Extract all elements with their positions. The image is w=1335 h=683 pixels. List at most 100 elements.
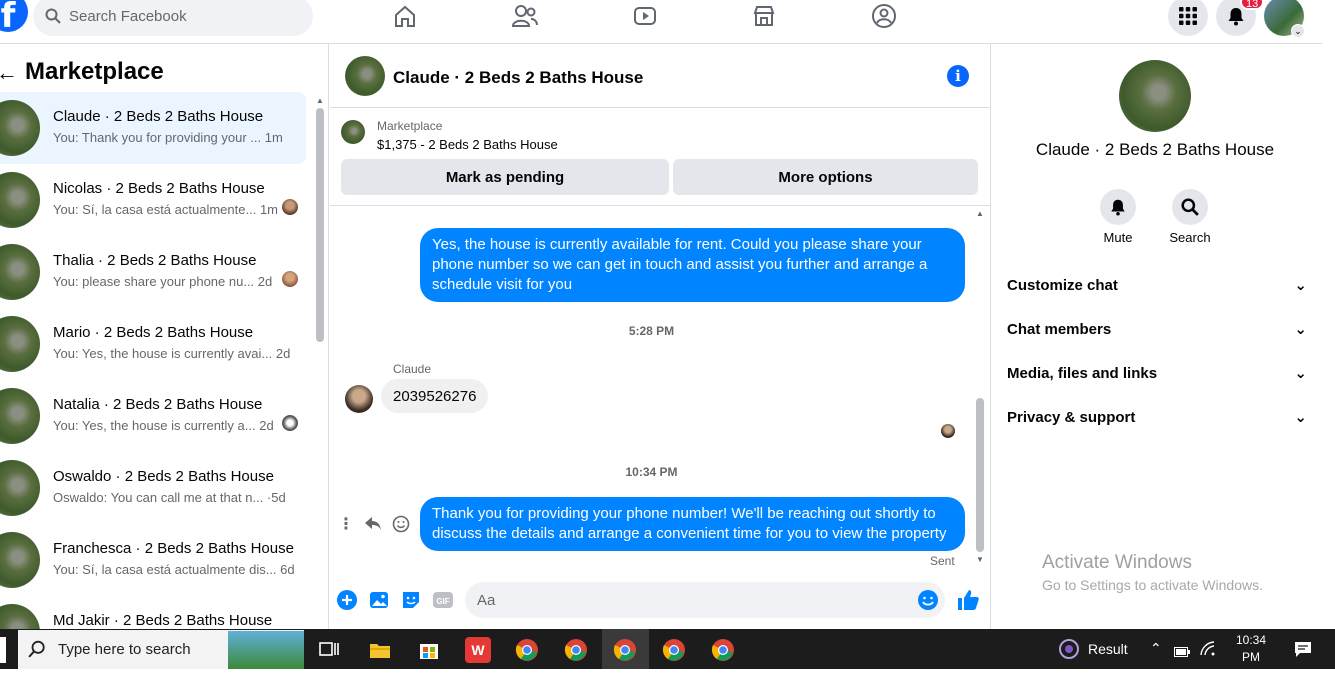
mark-as-pending-button[interactable]: Mark as pending	[341, 159, 669, 195]
listing-source: Marketplace	[377, 119, 443, 133]
like-icon[interactable]	[956, 588, 980, 612]
conversation-snippet: You: please share your phone nu... 2d	[53, 274, 273, 289]
outgoing-message[interactable]: Thank you for providing your phone numbe…	[420, 497, 965, 551]
activate-windows-watermark: Activate Windows	[1042, 552, 1192, 573]
conversation-item-mario[interactable]: Mario · 2 Beds 2 Baths House You: Yes, t…	[0, 308, 306, 380]
chat-members-row[interactable]: Chat members ⌄	[1007, 320, 1307, 339]
chat-details-avatar[interactable]	[1119, 60, 1191, 132]
conversation-item-oswaldo[interactable]: Oswaldo · 2 Beds 2 Baths House Oswaldo: …	[0, 452, 306, 524]
chat-scrollbar[interactable]	[976, 398, 984, 552]
more-options-button[interactable]: More options	[673, 159, 978, 195]
listing-thumbnail	[0, 244, 40, 300]
back-arrow-icon[interactable]: ←	[0, 60, 18, 86]
search-highlight-image	[228, 631, 304, 669]
conversation-item-franchesca[interactable]: Franchesca · 2 Beds 2 Baths House You: S…	[0, 524, 306, 596]
listing-thumbnail	[0, 316, 40, 372]
add-icon[interactable]	[335, 588, 359, 612]
sender-name: Claude	[393, 362, 432, 376]
notification-center-icon[interactable]	[1294, 640, 1312, 663]
page-scrollbar[interactable]	[1322, 0, 1335, 629]
search-label: Search	[1169, 230, 1211, 245]
taskbar-search-placeholder: Type here to search	[58, 641, 191, 658]
svg-text:GIF: GIF	[436, 597, 449, 606]
customize-chat-row[interactable]: Customize chat ⌄	[1007, 276, 1307, 295]
seen-avatar	[282, 271, 298, 287]
info-icon[interactable]: i	[947, 65, 969, 87]
message-input[interactable]: Aa	[465, 582, 945, 618]
chrome-icon[interactable]	[514, 637, 540, 663]
chevron-down-icon: ⌄	[1294, 321, 1307, 338]
divider	[330, 205, 990, 206]
sender-avatar[interactable]	[345, 385, 373, 413]
listing-thumbnail	[0, 460, 40, 516]
conversation-snippet: You: Yes, the house is currently a... 2d	[53, 418, 274, 433]
outgoing-message[interactable]: Yes, the house is currently available fo…	[420, 228, 965, 302]
chrome-profile-icon[interactable]	[563, 637, 589, 663]
chevron-up-icon[interactable]: ⌃	[1150, 640, 1162, 657]
notification-badge: 13	[1240, 0, 1265, 10]
mute-label: Mute	[1103, 230, 1133, 245]
start-button[interactable]	[0, 637, 6, 663]
search-conversation-button[interactable]	[1172, 189, 1208, 225]
battery-icon[interactable]	[1174, 644, 1190, 662]
chrome-profile-icon[interactable]	[612, 637, 638, 663]
more-actions-icon[interactable]: ⋮	[338, 514, 354, 534]
chevron-down-icon[interactable]: ⌄	[1291, 24, 1305, 38]
system-clock[interactable]: 10:34 PM 4/8/2025	[1226, 632, 1276, 683]
scroll-up-arrow[interactable]: ▲	[316, 96, 324, 105]
home-icon[interactable]	[391, 2, 419, 30]
listing-price[interactable]: $1,375 - 2 Beds 2 Baths House	[377, 137, 558, 152]
conversation-name: Thalia · 2 Beds 2 Baths House	[53, 252, 257, 269]
seen-avatar	[282, 199, 298, 215]
bell-icon	[1111, 199, 1125, 216]
listing-thumbnail	[0, 604, 40, 629]
photo-icon[interactable]	[367, 588, 391, 612]
conversation-item-nicolas[interactable]: Nicolas · 2 Beds 2 Baths House You: Sí, …	[0, 164, 306, 236]
wifi-icon[interactable]	[1199, 640, 1215, 661]
microsoft-store-icon[interactable]	[416, 637, 442, 663]
gif-icon[interactable]: GIF	[431, 588, 455, 612]
chevron-down-icon: ⌄	[1294, 365, 1307, 382]
scroll-up-arrow[interactable]: ▲	[976, 209, 984, 218]
conversation-item-md-jakir[interactable]: Md Jakir · 2 Beds 2 Baths House	[0, 596, 306, 629]
conversation-list-scrollbar[interactable]	[316, 108, 324, 342]
conversation-name: Mario · 2 Beds 2 Baths House	[53, 324, 254, 341]
wps-office-icon[interactable]: W	[465, 637, 491, 663]
sticker-icon[interactable]	[399, 588, 423, 612]
chat-details-name: Claude · 2 Beds 2 Baths House	[1035, 140, 1275, 159]
message-placeholder: Aa	[477, 591, 496, 609]
message-status: Sent	[930, 554, 955, 568]
chrome-profile-icon[interactable]	[661, 637, 687, 663]
chrome-profile-icon[interactable]	[710, 637, 736, 663]
watch-icon[interactable]	[631, 2, 659, 30]
conversation-item-natalia[interactable]: Natalia · 2 Beds 2 Baths House You: Yes,…	[0, 380, 306, 452]
reply-icon[interactable]	[364, 514, 382, 537]
marketplace-icon[interactable]	[750, 2, 778, 30]
chat-title[interactable]: Claude · 2 Beds 2 Baths House	[393, 68, 643, 88]
groups-icon[interactable]	[870, 2, 898, 30]
chevron-down-icon: ⌄	[1294, 277, 1307, 294]
react-icon[interactable]	[392, 515, 410, 538]
task-view-icon[interactable]	[316, 637, 342, 663]
message-timestamp: 5:28 PM	[628, 324, 675, 338]
result-label[interactable]: Result	[1088, 641, 1128, 657]
chat-avatar[interactable]	[345, 56, 385, 96]
incoming-message[interactable]: 2039526276	[381, 379, 489, 413]
conversation-snippet: Oswaldo: You can call me at that n... ·5…	[53, 490, 286, 505]
conversation-item-claude[interactable]: Claude · 2 Beds 2 Baths House You: Thank…	[0, 92, 306, 164]
conversation-item-thalia[interactable]: Thalia · 2 Beds 2 Baths House You: pleas…	[0, 236, 306, 308]
friends-icon[interactable]	[511, 2, 539, 30]
conversation-snippet: You: Thank you for providing your ... 1m	[53, 130, 283, 145]
emoji-icon[interactable]	[916, 588, 940, 612]
conversation-name: Claude · 2 Beds 2 Baths House	[53, 108, 264, 125]
search-placeholder: Search Facebook	[69, 7, 187, 25]
listing-thumbnail[interactable]	[341, 120, 365, 144]
media-files-links-row[interactable]: Media, files and links ⌄	[1007, 364, 1307, 383]
scroll-down-arrow[interactable]: ▼	[976, 555, 984, 564]
grid-icon	[1179, 7, 1197, 25]
file-explorer-icon[interactable]	[367, 637, 393, 663]
mute-button[interactable]	[1100, 189, 1136, 225]
privacy-support-row[interactable]: Privacy & support ⌄	[1007, 408, 1307, 427]
result-app-icon[interactable]	[1058, 637, 1080, 666]
facebook-search-input[interactable]: Search Facebook	[33, 0, 313, 36]
